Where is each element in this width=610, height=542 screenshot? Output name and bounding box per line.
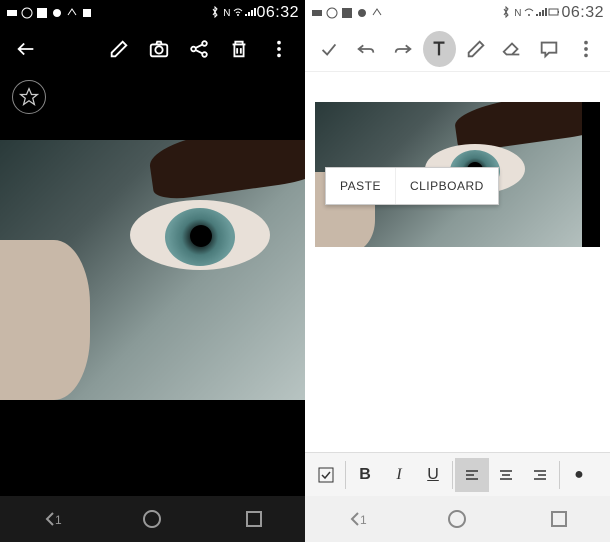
signal-icon <box>244 6 256 21</box>
bluetooth-icon-r <box>500 6 512 21</box>
align-center-button[interactable] <box>489 458 523 492</box>
status-time-right: 06:32 <box>561 4 604 22</box>
edit-button[interactable] <box>101 31 137 67</box>
wifi-icon <box>232 6 244 21</box>
checklist-button[interactable] <box>309 458 343 492</box>
nav-bar-left: 1 <box>0 496 305 542</box>
redo-button[interactable] <box>386 31 419 67</box>
inserted-image[interactable]: PASTE CLIPBOARD <box>315 102 600 247</box>
paste-menu-item[interactable]: PASTE <box>326 168 396 204</box>
underline-button[interactable]: U <box>416 458 450 492</box>
svg-text:1: 1 <box>55 513 62 527</box>
nfc-icon: N <box>223 8 230 19</box>
nav-bar-right: 1 <box>305 496 610 542</box>
status-icons-left <box>6 7 209 19</box>
align-right-button[interactable] <box>523 458 557 492</box>
note-content-area[interactable]: PASTE CLIPBOARD <box>305 72 610 452</box>
nav-home-left[interactable] <box>122 501 182 537</box>
camera-button[interactable] <box>141 31 177 67</box>
back-button[interactable] <box>8 31 44 67</box>
favorite-button[interactable] <box>12 80 46 114</box>
nfc-icon-r: N <box>514 8 521 19</box>
note-editor-panel: N 06:32 PASTE CLIPBOARD <box>305 0 610 542</box>
editor-toolbar <box>305 26 610 72</box>
gallery-image[interactable] <box>0 140 305 400</box>
comment-button[interactable] <box>533 31 566 67</box>
undo-button[interactable] <box>350 31 383 67</box>
nav-back-left[interactable]: 1 <box>21 501 81 537</box>
align-left-button[interactable] <box>455 458 489 492</box>
delete-button[interactable] <box>221 31 257 67</box>
signal-icon-r <box>535 6 547 21</box>
nav-recent-right[interactable] <box>529 501 589 537</box>
bluetooth-icon <box>209 6 221 21</box>
status-bar-left: N 06:32 <box>0 0 305 26</box>
gallery-toolbar <box>0 26 305 72</box>
gallery-view-panel: N 06:32 1 <box>0 0 305 542</box>
done-button[interactable] <box>313 31 346 67</box>
favorite-row <box>0 72 305 122</box>
italic-button[interactable]: I <box>382 458 416 492</box>
nav-back-right[interactable]: 1 <box>326 501 386 537</box>
share-button[interactable] <box>181 31 217 67</box>
wifi-icon-r <box>523 6 535 21</box>
bullet-button[interactable]: ● <box>562 458 596 492</box>
battery-icon-r <box>547 6 561 21</box>
pen-tool-button[interactable] <box>460 31 493 67</box>
context-menu: PASTE CLIPBOARD <box>325 167 499 205</box>
status-time-left: 06:32 <box>256 4 299 22</box>
status-icons-right <box>311 7 500 19</box>
bold-button[interactable]: B <box>348 458 382 492</box>
svg-text:1: 1 <box>360 513 367 527</box>
eraser-button[interactable] <box>496 31 529 67</box>
text-tool-button[interactable] <box>423 31 456 67</box>
nav-home-right[interactable] <box>427 501 487 537</box>
status-bar-right: N 06:32 <box>305 0 610 26</box>
nav-recent-left[interactable] <box>224 501 284 537</box>
clipboard-menu-item[interactable]: CLIPBOARD <box>396 168 498 204</box>
more-button-left[interactable] <box>261 31 297 67</box>
format-toolbar: B I U ● <box>305 452 610 496</box>
more-button-right[interactable] <box>569 31 602 67</box>
